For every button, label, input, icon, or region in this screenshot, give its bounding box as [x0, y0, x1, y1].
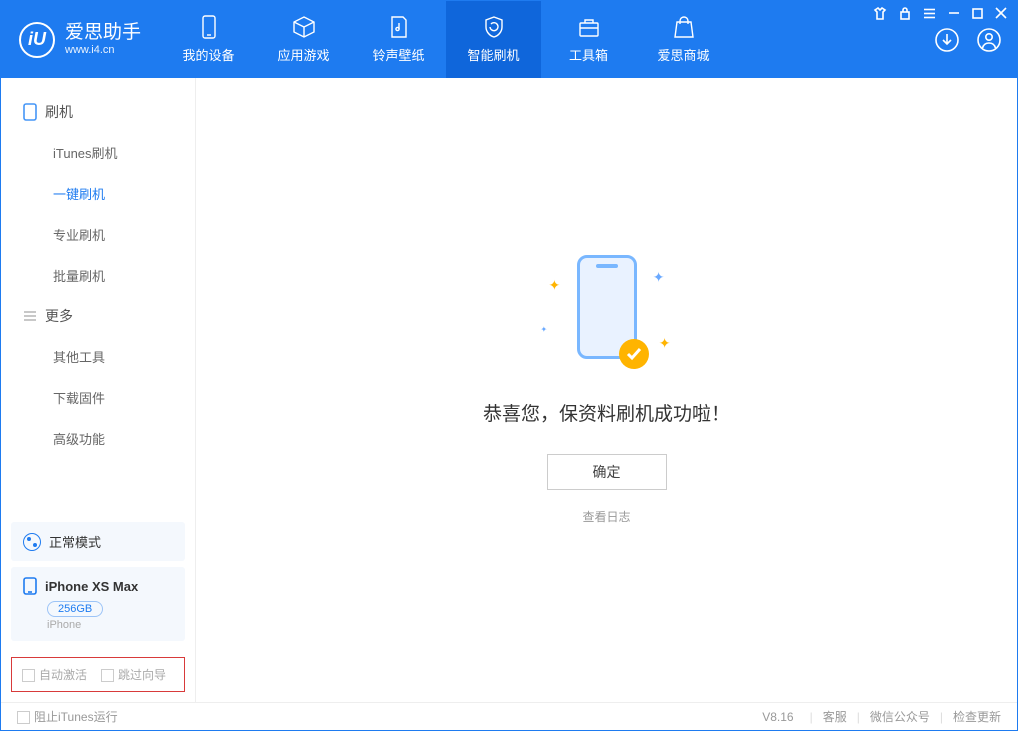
phone-icon [197, 15, 221, 39]
shirt-icon[interactable] [873, 7, 887, 23]
device-name: iPhone XS Max [45, 579, 138, 594]
version-label: V8.16 [762, 710, 793, 724]
sparkle-icon: ✦ [541, 325, 548, 334]
sparkle-icon: ✦ [653, 269, 665, 286]
checkbox-auto-activate[interactable]: 自动激活 [22, 666, 87, 683]
sidebar-item-other-tools[interactable]: 其他工具 [1, 336, 195, 377]
device-type: iPhone [47, 619, 173, 631]
checkbox-skip-guide[interactable]: 跳过向导 [101, 666, 166, 683]
sidebar-group-flash: 刷机 [1, 92, 195, 132]
logo-icon: iU [19, 22, 55, 58]
close-button[interactable] [995, 7, 1007, 23]
nav-toolbox[interactable]: 工具箱 [541, 1, 636, 78]
status-link-support[interactable]: 客服 [823, 708, 847, 725]
status-link-wechat[interactable]: 微信公众号 [870, 708, 930, 725]
nav-smart-flash[interactable]: 智能刷机 [446, 1, 541, 78]
main-content: ✦ ✦ ✦ ✦ 恭喜您，保资料刷机成功啦！ 确定 查看日志 [196, 78, 1017, 702]
sidebar-item-batch-flash[interactable]: 批量刷机 [1, 255, 195, 296]
sidebar-item-itunes-flash[interactable]: iTunes刷机 [1, 132, 195, 173]
cube-icon [292, 15, 316, 39]
success-message: 恭喜您，保资料刷机成功啦！ [483, 399, 730, 426]
sparkle-icon: ✦ [659, 335, 671, 352]
status-bar: 阻止iTunes运行 V8.16 | 客服 | 微信公众号 | 检查更新 [1, 702, 1017, 730]
account-button[interactable] [975, 26, 1003, 54]
checkbox-block-itunes[interactable]: 阻止iTunes运行 [17, 708, 118, 725]
phone-outline-icon [23, 103, 37, 121]
download-button[interactable] [933, 26, 961, 54]
success-illustration: ✦ ✦ ✦ ✦ [527, 255, 687, 375]
view-log-link[interactable]: 查看日志 [582, 508, 630, 525]
sidebar: 刷机 iTunes刷机 一键刷机 专业刷机 批量刷机 更多 其他工具 下载固件 … [1, 78, 196, 702]
toolbox-icon [577, 15, 601, 39]
refresh-shield-icon [482, 15, 506, 39]
sidebar-group-more: 更多 [1, 296, 195, 336]
status-link-update[interactable]: 检查更新 [953, 708, 1001, 725]
sidebar-item-onekey-flash[interactable]: 一键刷机 [1, 173, 195, 214]
maximize-button[interactable] [972, 7, 983, 23]
minimize-button[interactable] [948, 7, 960, 23]
app-name-cn: 爱思助手 [65, 23, 141, 44]
ok-button[interactable]: 确定 [547, 454, 667, 490]
bag-icon [672, 15, 696, 39]
nav-my-device[interactable]: 我的设备 [161, 1, 256, 78]
mode-icon [23, 533, 41, 551]
check-badge-icon [619, 339, 649, 369]
app-name-en: www.i4.cn [65, 44, 141, 56]
nav-ringtones-wallpapers[interactable]: 铃声壁纸 [351, 1, 446, 78]
sidebar-item-pro-flash[interactable]: 专业刷机 [1, 214, 195, 255]
list-icon [23, 310, 37, 322]
mode-label: 正常模式 [49, 532, 101, 551]
menu-icon[interactable] [923, 7, 936, 23]
options-row: 自动激活 跳过向导 [11, 657, 185, 692]
nav-store[interactable]: 爱思商城 [636, 1, 731, 78]
window-controls [873, 7, 1007, 23]
nav-apps-games[interactable]: 应用游戏 [256, 1, 351, 78]
sidebar-item-advanced[interactable]: 高级功能 [1, 418, 195, 459]
main-nav: 我的设备 应用游戏 铃声壁纸 智能刷机 工具箱 爱思商城 [161, 1, 933, 78]
music-file-icon [387, 15, 411, 39]
title-bar: iU 爱思助手 www.i4.cn 我的设备 应用游戏 铃声壁纸 智能刷机 工具… [1, 1, 1017, 78]
lock-icon[interactable] [899, 7, 911, 23]
app-logo: iU 爱思助手 www.i4.cn [1, 1, 161, 78]
sparkle-icon: ✦ [549, 277, 561, 294]
sidebar-item-download-firmware[interactable]: 下载固件 [1, 377, 195, 418]
device-box[interactable]: iPhone XS Max 256GB iPhone [11, 567, 185, 641]
device-capacity: 256GB [47, 601, 103, 617]
mode-box[interactable]: 正常模式 [11, 522, 185, 561]
device-icon [23, 577, 37, 595]
